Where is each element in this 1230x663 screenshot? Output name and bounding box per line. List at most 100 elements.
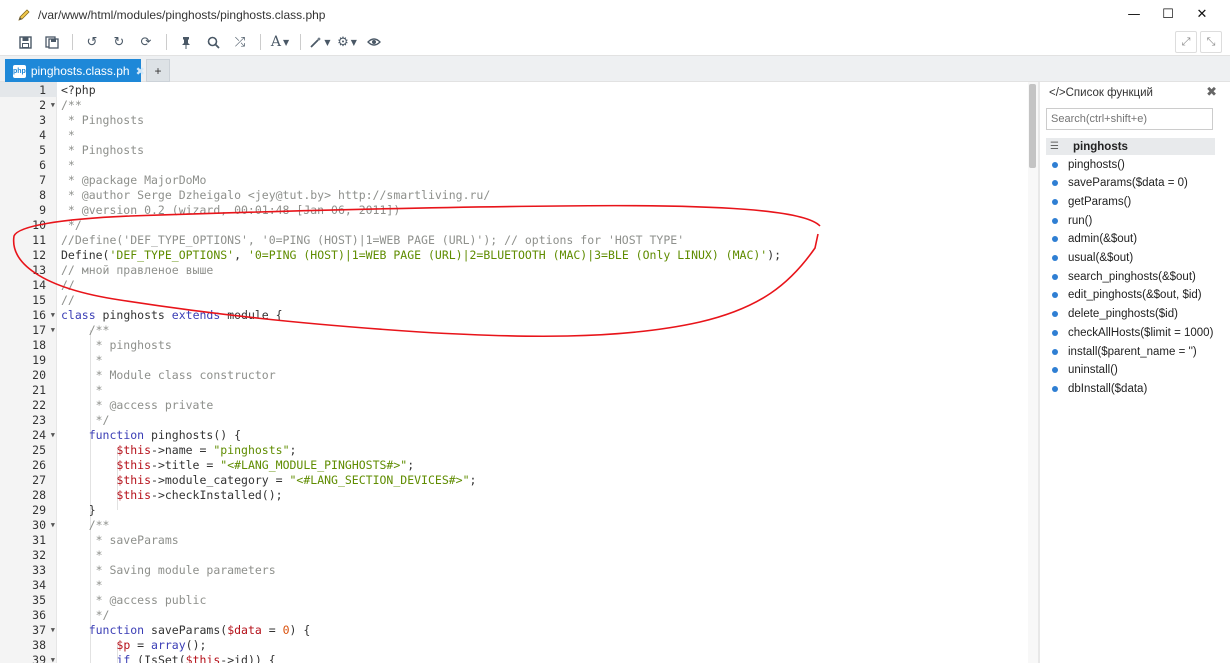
window-title: /var/www/html/modules/pinghosts/pinghost… bbox=[38, 7, 326, 22]
function-list-item[interactable]: install($parent_name = '') bbox=[1046, 343, 1215, 360]
new-tab-button[interactable]: + bbox=[146, 59, 170, 82]
code-line[interactable]: * @author Serge Dzheigalo <jey@tut.by> h… bbox=[61, 188, 490, 203]
code-editor[interactable]: 1 2 ▼ 3 4 5 6 7 8 9 10 11 12 13 14 15 16 ▼ 17 ▼ 18 19 20 21 22 23… bbox=[0, 82, 1040, 663]
code-line[interactable]: * bbox=[61, 383, 103, 398]
line-number-text: 8 bbox=[39, 188, 46, 202]
floppy-disk-icon bbox=[18, 35, 32, 49]
save-all-button[interactable] bbox=[41, 31, 63, 53]
preview-button[interactable] bbox=[363, 31, 385, 53]
code-line[interactable]: /** bbox=[61, 98, 82, 113]
save-button[interactable] bbox=[14, 31, 36, 53]
code-line[interactable]: * bbox=[61, 548, 103, 563]
code-line[interactable]: * @version 0.2 (wizard, 00:01:48 [Jan 06… bbox=[61, 203, 400, 218]
close-tab-icon[interactable]: ✖ bbox=[136, 65, 145, 78]
code-line[interactable]: // bbox=[61, 293, 75, 308]
code-line[interactable]: $this->module_category = "<#LANG_SECTION… bbox=[61, 473, 476, 488]
code-token: extends bbox=[171, 308, 221, 322]
code-line[interactable]: Define('DEF_TYPE_OPTIONS', '0=PING (HOST… bbox=[61, 248, 781, 263]
code-token: /** bbox=[61, 518, 110, 532]
scrollbar-thumb[interactable] bbox=[1029, 84, 1036, 168]
code-line[interactable]: * @access public bbox=[61, 593, 207, 608]
function-list-item[interactable]: uninstall() bbox=[1046, 362, 1215, 379]
shuffle-button[interactable]: ⤮ bbox=[229, 31, 251, 53]
code-line[interactable]: * bbox=[61, 158, 75, 173]
code-line[interactable]: */ bbox=[61, 413, 110, 428]
code-token: pinghosts bbox=[95, 308, 172, 322]
code-line[interactable]: * Saving module parameters bbox=[61, 563, 276, 578]
settings-button[interactable]: ⚙ ▼ bbox=[336, 31, 358, 53]
code-line[interactable]: $p = array(); bbox=[61, 638, 206, 653]
code-line[interactable]: function pinghosts() { bbox=[61, 428, 241, 443]
tab-pinghosts-class[interactable]: php pinghosts.class.ph ✖ bbox=[5, 59, 145, 83]
expand-button[interactable]: ⤢ bbox=[1175, 31, 1197, 53]
line-number: 28 bbox=[0, 488, 57, 503]
code-line[interactable]: } bbox=[61, 503, 96, 518]
code-line[interactable]: * bbox=[61, 353, 103, 368]
function-bullet-icon bbox=[1052, 180, 1058, 187]
function-search-input[interactable] bbox=[1046, 108, 1213, 130]
function-list-item[interactable]: run() bbox=[1046, 212, 1215, 229]
function-list-item[interactable]: pinghosts() bbox=[1046, 156, 1215, 173]
line-number: 30 ▼ bbox=[0, 518, 57, 533]
code-line[interactable]: // мной правленое выше bbox=[61, 263, 213, 278]
code-line[interactable]: * bbox=[61, 128, 75, 143]
function-list-item[interactable]: checkAllHosts($limit = 1000) bbox=[1046, 324, 1215, 341]
function-list-item[interactable]: dbInstall($data) bbox=[1046, 380, 1215, 397]
function-list-item[interactable]: search_pinghosts(&$out) bbox=[1046, 268, 1215, 285]
pin-button[interactable] bbox=[175, 31, 197, 53]
code-line[interactable]: * Module class constructor bbox=[61, 368, 276, 383]
line-number: 13 bbox=[0, 263, 57, 278]
font-menu-button[interactable]: A ▼ bbox=[269, 31, 291, 53]
line-number: 27 bbox=[0, 473, 57, 488]
code-line[interactable]: /** bbox=[61, 518, 110, 533]
code-line[interactable]: * saveParams bbox=[61, 533, 179, 548]
code-line[interactable]: $this->checkInstalled(); bbox=[61, 488, 282, 503]
fold-toggle-icon[interactable]: ▼ bbox=[51, 323, 55, 338]
function-list-item[interactable]: usual(&$out) bbox=[1046, 250, 1215, 267]
fold-toggle-icon[interactable]: ▼ bbox=[51, 308, 55, 323]
code-line[interactable]: $this->name = "pinghosts"; bbox=[61, 443, 296, 458]
code-line[interactable]: if (IsSet($this->id)) { bbox=[61, 653, 275, 663]
function-bullet-icon bbox=[1052, 161, 1058, 168]
fold-toggle-icon[interactable]: ▼ bbox=[51, 518, 55, 533]
reload-button[interactable]: ⟳ bbox=[135, 31, 157, 53]
line-number-text: 19 bbox=[32, 353, 46, 367]
code-line[interactable]: // bbox=[61, 278, 75, 293]
fullscreen-button[interactable]: ⤡ bbox=[1200, 31, 1222, 53]
function-list-item[interactable]: getParams() bbox=[1046, 193, 1215, 210]
code-line[interactable]: * Pinghosts bbox=[61, 143, 144, 158]
code-line[interactable]: * Pinghosts bbox=[61, 113, 144, 128]
code-line[interactable]: * @access private bbox=[61, 398, 214, 413]
code-line[interactable]: <?php bbox=[61, 83, 96, 98]
code-area[interactable]: <?php/** * Pinghosts * * Pinghosts * * @… bbox=[57, 82, 1032, 663]
code-line[interactable]: */ bbox=[61, 608, 110, 623]
function-list-item[interactable]: admin(&$out) bbox=[1046, 231, 1215, 248]
fold-toggle-icon[interactable]: ▼ bbox=[51, 653, 55, 663]
code-line[interactable]: function saveParams($data = 0) { bbox=[61, 623, 311, 638]
code-line[interactable]: $this->title = "<#LANG_MODULE_PINGHOSTS#… bbox=[61, 458, 414, 473]
code-line[interactable]: */ bbox=[61, 218, 82, 233]
close-window-button[interactable]: ✕ bbox=[1182, 0, 1222, 29]
magic-wand-button[interactable]: ▼ bbox=[309, 31, 331, 53]
function-list-item[interactable]: edit_pinghosts(&$out, $id) bbox=[1046, 287, 1215, 304]
list-icon: ☰ bbox=[1050, 141, 1059, 152]
vertical-scrollbar[interactable] bbox=[1028, 82, 1038, 663]
panel-splitter[interactable] bbox=[1038, 82, 1040, 663]
undo-button[interactable]: ↺ bbox=[81, 31, 103, 53]
close-panel-button[interactable]: ✖ bbox=[1206, 85, 1217, 100]
function-list-root[interactable]: ☰ pinghosts bbox=[1046, 138, 1215, 155]
redo-button[interactable]: ↻ bbox=[108, 31, 130, 53]
code-line[interactable]: /** bbox=[61, 323, 110, 338]
code-line[interactable]: * pinghosts bbox=[61, 338, 172, 353]
fold-toggle-icon[interactable]: ▼ bbox=[51, 428, 55, 443]
code-line[interactable]: class pinghosts extends module { bbox=[61, 308, 283, 323]
code-line[interactable]: //Define('DEF_TYPE_OPTIONS', '0=PING (HO… bbox=[61, 233, 684, 248]
code-line[interactable]: * bbox=[61, 578, 103, 593]
line-number: 3 bbox=[0, 113, 57, 128]
search-button[interactable] bbox=[202, 31, 224, 53]
function-list-item[interactable]: saveParams($data = 0) bbox=[1046, 175, 1215, 192]
function-list-item[interactable]: delete_pinghosts($id) bbox=[1046, 306, 1215, 323]
fold-toggle-icon[interactable]: ▼ bbox=[51, 623, 55, 638]
fold-toggle-icon[interactable]: ▼ bbox=[51, 98, 55, 113]
code-line[interactable]: * @package MajorDoMo bbox=[61, 173, 206, 188]
